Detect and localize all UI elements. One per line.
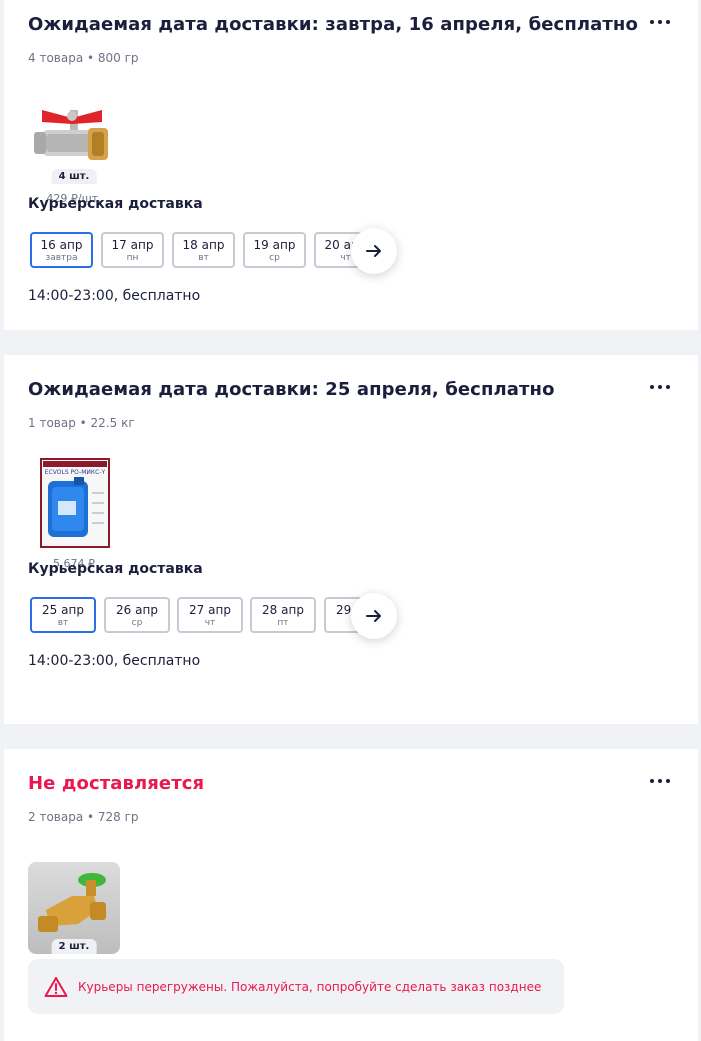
delivery-group-1: Ожидаемая дата доставки: завтра, 16 апре… <box>4 0 698 330</box>
date-option[interactable]: 18 апр вт <box>172 232 235 268</box>
date-option[interactable]: 27 апр чт <box>177 597 243 633</box>
quantity-badge: 2 шт. <box>51 939 97 954</box>
group-title: Ожидаемая дата доставки: 25 апреля, бесп… <box>28 379 555 400</box>
product-item[interactable]: 4 шт. 429 ₽/шт. <box>28 92 120 205</box>
date-label: 27 апр <box>189 603 231 617</box>
delivery-time: 14:00-23:00, бесплатно <box>28 288 201 304</box>
more-options-icon[interactable] <box>650 779 670 785</box>
group-meta: 1 товар • 22.5 кг <box>28 416 135 430</box>
date-label: 26 апр <box>116 603 158 617</box>
delivery-method-label: Курьерская доставка <box>28 561 203 577</box>
arrow-right-icon <box>366 245 381 257</box>
group-meta: 4 товара • 800 гр <box>28 51 139 65</box>
next-dates-button[interactable] <box>351 228 397 274</box>
weekday-label: вт <box>198 253 209 263</box>
warning-triangle-icon <box>44 976 68 997</box>
date-option[interactable]: 17 апр пн <box>101 232 164 268</box>
date-label: 16 апр <box>40 238 83 252</box>
weekday-label: пт <box>277 618 289 628</box>
date-option[interactable]: 19 апр ср <box>243 232 306 268</box>
date-label: 18 апр <box>182 238 225 252</box>
alert-text: Курьеры перегружены. Пожалуйста, попробу… <box>78 979 542 994</box>
arrow-right-icon <box>366 610 381 622</box>
date-label: 28 апр <box>262 603 304 617</box>
ball-valve-image: 4 шт. <box>28 92 120 184</box>
next-dates-button[interactable] <box>351 593 397 639</box>
date-label: 17 апр <box>111 238 154 252</box>
product-item[interactable]: 2 шт. <box>28 862 120 954</box>
weekday-label: завтра <box>45 253 78 263</box>
product-item[interactable]: ECVOLS PO-МИКС-Y 5 674 ₽ <box>28 457 120 570</box>
more-options-icon[interactable] <box>650 20 670 26</box>
svg-text:ECVOLS PO-МИКС-Y: ECVOLS PO-МИКС-Y <box>45 469 106 476</box>
weekday-label: чт <box>204 618 216 628</box>
weekday-label: ср <box>131 618 143 628</box>
warning-alert: Курьеры перегружены. Пожалуйста, попробу… <box>28 959 564 1014</box>
date-option-selected[interactable]: 16 апр завтра <box>30 232 93 268</box>
date-option-selected[interactable]: 25 апр вт <box>30 597 96 633</box>
date-label: 19 апр <box>253 238 296 252</box>
group-meta: 2 товара • 728 гр <box>28 810 139 824</box>
delivery-group-2: Ожидаемая дата доставки: 25 апреля, бесп… <box>4 355 698 724</box>
weekday-label: пн <box>126 253 139 263</box>
canister-image: ECVOLS PO-МИКС-Y <box>28 457 120 549</box>
delivery-group-3: Не доставляется 2 товара • 728 гр 2 шт. <box>4 749 698 1041</box>
weekday-label: ср <box>269 253 280 263</box>
quantity-badge: 4 шт. <box>51 169 97 184</box>
group-title: Ожидаемая дата доставки: завтра, 16 апре… <box>28 14 638 35</box>
date-option[interactable]: 26 апр ср <box>104 597 170 633</box>
angle-valve-image: 2 шт. <box>28 862 120 954</box>
delivery-method-label: Курьерская доставка <box>28 196 203 212</box>
group-title: Не доставляется <box>28 773 205 794</box>
more-options-icon[interactable] <box>650 385 670 391</box>
weekday-label: вт <box>57 618 69 628</box>
delivery-time: 14:00-23:00, бесплатно <box>28 653 201 669</box>
date-label: 25 апр <box>42 603 84 617</box>
date-option[interactable]: 28 апр пт <box>250 597 316 633</box>
